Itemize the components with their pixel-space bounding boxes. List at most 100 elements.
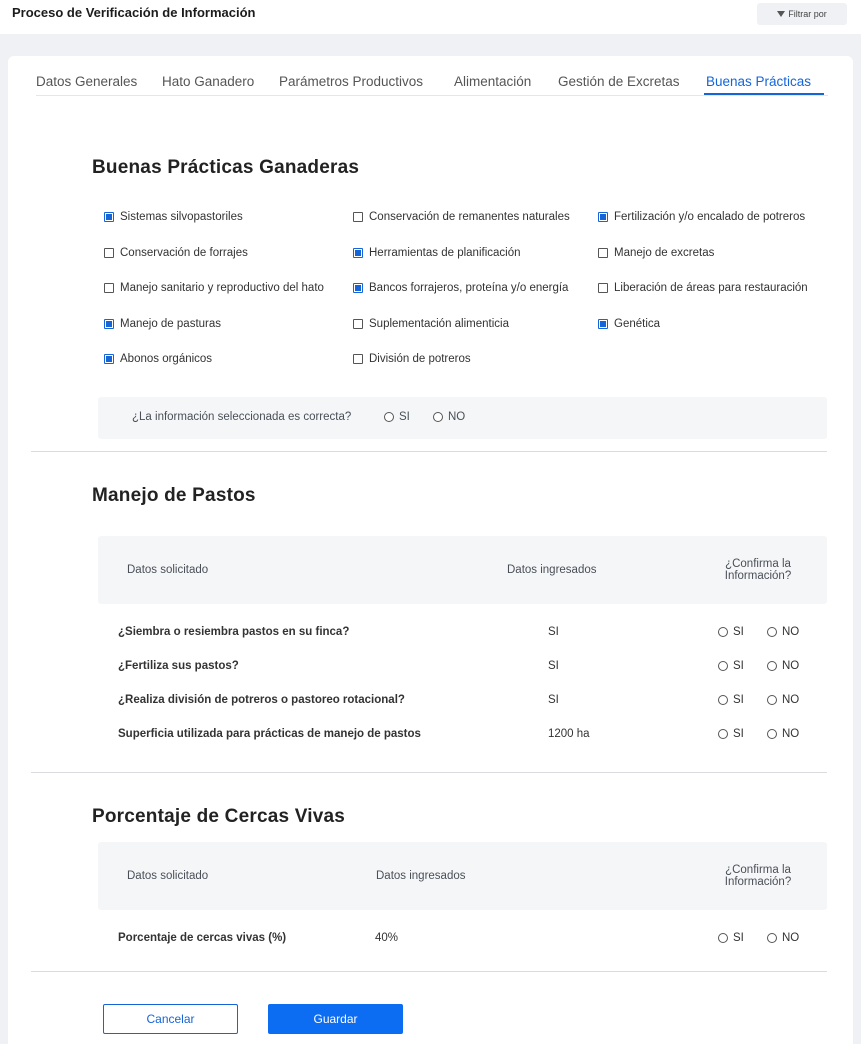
practice-option[interactable]: Sistemas silvopastoriles [104,211,243,223]
radio-icon[interactable] [384,412,394,422]
table-row: Superficia utilizada para prácticas de m… [118,728,818,744]
no-label: NO [782,626,800,638]
radio-icon[interactable] [767,627,777,637]
practice-option[interactable]: Manejo de excretas [598,247,714,259]
tab-gestion-excretas[interactable]: Gestión de Excretas [558,74,680,89]
checkbox-unchecked-icon[interactable] [104,247,114,258]
checkbox-checked-icon[interactable] [104,318,114,329]
page-title: Proceso de Verificación de Información [12,5,256,20]
row-value: SI [548,660,559,672]
checkbox-checked-icon[interactable] [353,283,363,293]
pastos-table-header: Datos solicitado Datos ingresados ¿Confi… [98,536,827,604]
row-confirm-no[interactable]: NO [767,626,799,638]
row-confirm-yes[interactable]: SI [718,626,744,638]
filter-button[interactable]: Filtrar por [757,3,847,25]
practice-label: Genética [614,317,661,330]
radio-icon[interactable] [767,661,777,671]
practice-option[interactable]: Abonos orgánicos [104,353,212,365]
row-confirm-yes[interactable]: SI [718,932,744,944]
row-confirm-no[interactable]: NO [767,728,799,740]
checkbox-checked-icon[interactable] [598,212,608,222]
practice-label: Conservación de forrajes [120,246,248,259]
row-confirm-no[interactable]: NO [767,660,799,672]
checkbox-unchecked-icon[interactable] [353,212,363,222]
cercas-table-header: Datos solicitado Datos ingresados ¿Confi… [98,842,827,910]
practice-label: Abonos orgánicos [120,353,213,365]
cancel-button[interactable]: Cancelar [103,1004,238,1034]
practice-option[interactable]: Conservación de forrajes [104,247,248,259]
radio-icon[interactable] [718,933,728,943]
radio-icon[interactable] [718,729,728,739]
main-card: Datos Generales Hato Ganadero Parámetros… [8,56,853,1044]
table-row: ¿Siembra o resiembra pastos en su finca?… [118,626,818,642]
confirm-no-option[interactable]: NO [433,411,465,423]
practice-option[interactable]: Genética [598,318,660,330]
row-question: Superficia utilizada para prácticas de m… [118,728,421,740]
section-title-manejo-pastos: Manejo de Pastos [92,485,256,506]
checkbox-checked-icon[interactable] [598,318,608,329]
yes-label: SI [733,694,744,706]
radio-icon[interactable] [718,695,728,705]
section-divider [31,971,827,972]
practice-option[interactable]: Suplementación alimenticia [353,318,509,330]
checkbox-checked-icon[interactable] [104,212,114,222]
radio-icon[interactable] [767,933,777,943]
practice-label: Conservación de remanentes naturales [369,211,570,223]
radio-icon[interactable] [718,661,728,671]
tab-hato-ganadero[interactable]: Hato Ganadero [162,74,254,89]
yes-label: SI [733,660,744,672]
col-entered: Datos ingresados [507,564,597,576]
save-button[interactable]: Guardar [268,1004,403,1034]
practice-label: Liberación de áreas para restauración [614,282,808,294]
checkbox-unchecked-icon[interactable] [598,247,608,258]
tab-buenas-practicas[interactable]: Buenas Prácticas [706,74,811,89]
col-entered: Datos ingresados [376,870,466,882]
row-confirm-no[interactable]: NO [767,932,799,944]
tab-parametros-productivos[interactable]: Parámetros Productivos [279,74,423,89]
checkbox-checked-icon[interactable] [353,247,363,258]
checkbox-unchecked-icon[interactable] [353,354,363,364]
checkbox-unchecked-icon[interactable] [353,318,363,329]
radio-icon[interactable] [767,729,777,739]
row-confirm-yes[interactable]: SI [718,728,744,740]
row-confirm-yes[interactable]: SI [718,660,744,672]
practice-option[interactable]: Fertilización y/o encalado de potreros [598,211,805,223]
practice-option[interactable]: Manejo sanitario y reproductivo del hato [104,282,324,294]
no-label: NO [448,411,466,423]
checkbox-checked-icon[interactable] [104,354,114,364]
practice-label: División de potreros [369,353,471,365]
practices-confirm-box: ¿La información seleccionada es correcta… [98,397,827,439]
row-question: ¿Fertiliza sus pastos? [118,660,239,672]
radio-icon[interactable] [767,695,777,705]
col-requested: Datos solicitado [127,870,209,882]
practice-option[interactable]: División de potreros [353,353,471,365]
radio-icon[interactable] [433,412,443,422]
top-bar: Proceso de Verificación de Información F… [0,0,861,34]
no-label: NO [782,932,800,944]
radio-icon[interactable] [718,627,728,637]
practice-label: Suplementación alimenticia [369,317,509,330]
tab-alimentacion[interactable]: Alimentación [454,74,531,89]
tab-datos-generales[interactable]: Datos Generales [36,74,137,89]
practice-option[interactable]: Herramientas de planificación [353,247,521,259]
row-confirm-yes[interactable]: SI [718,694,744,706]
funnel-icon [777,11,786,17]
practice-option[interactable]: Conservación de remanentes naturales [353,211,570,223]
yes-label: SI [733,728,744,740]
col-requested: Datos solicitado [127,564,209,576]
confirm-yes-option[interactable]: SI [384,411,410,423]
practice-label: Manejo sanitario y reproductivo del hato [120,282,324,294]
practice-option[interactable]: Manejo de pasturas [104,318,221,330]
yes-label: SI [399,411,410,423]
checkbox-unchecked-icon[interactable] [598,283,608,293]
yes-label: SI [733,932,744,944]
checkbox-unchecked-icon[interactable] [104,283,114,293]
practice-option[interactable]: Liberación de áreas para restauración [598,282,808,294]
row-value: 1200 ha [548,728,590,740]
section-divider [31,451,827,452]
col-confirm: ¿Confirma la Información? [724,558,792,582]
active-tab-indicator [704,93,824,95]
practice-option[interactable]: Bancos forrajeros, proteína y/o energía [353,282,568,294]
tab-bar: Datos Generales Hato Ganadero Parámetros… [36,74,828,96]
row-confirm-no[interactable]: NO [767,694,799,706]
